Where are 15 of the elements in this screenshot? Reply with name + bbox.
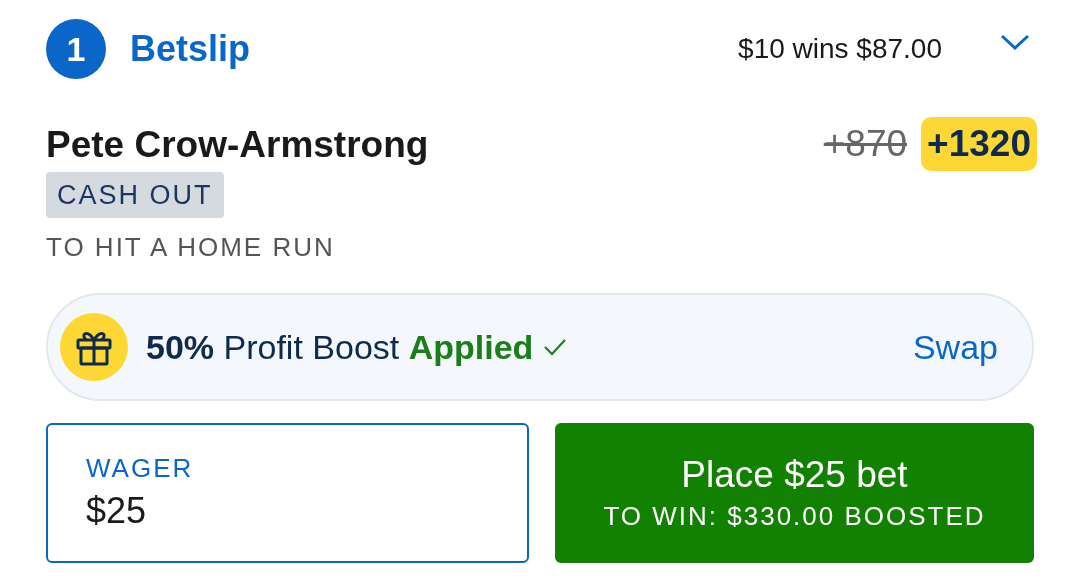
place-bet-button[interactable]: Place $25 bet TO WIN: $330.00 BOOSTED xyxy=(555,423,1034,563)
original-odds: +870 xyxy=(823,122,908,166)
profit-boost-text: 50% Profit Boost Applied xyxy=(146,326,534,368)
boosted-odds: +1320 xyxy=(921,116,1037,171)
player-name: Pete Crow-Armstrong xyxy=(46,123,429,167)
gift-icon xyxy=(60,313,128,381)
market-label: TO HIT A HOME RUN xyxy=(46,231,335,264)
check-icon xyxy=(543,338,568,356)
wager-field[interactable]: WAGER $25 xyxy=(46,423,529,563)
chevron-down-icon[interactable] xyxy=(1000,34,1030,50)
cash-out-tag: CASH OUT xyxy=(46,172,224,218)
payout-summary: $10 wins $87.00 xyxy=(738,32,942,66)
betslip-title: Betslip xyxy=(130,27,251,71)
swap-link[interactable]: Swap xyxy=(912,321,998,373)
count-badge: 1 xyxy=(46,19,106,79)
